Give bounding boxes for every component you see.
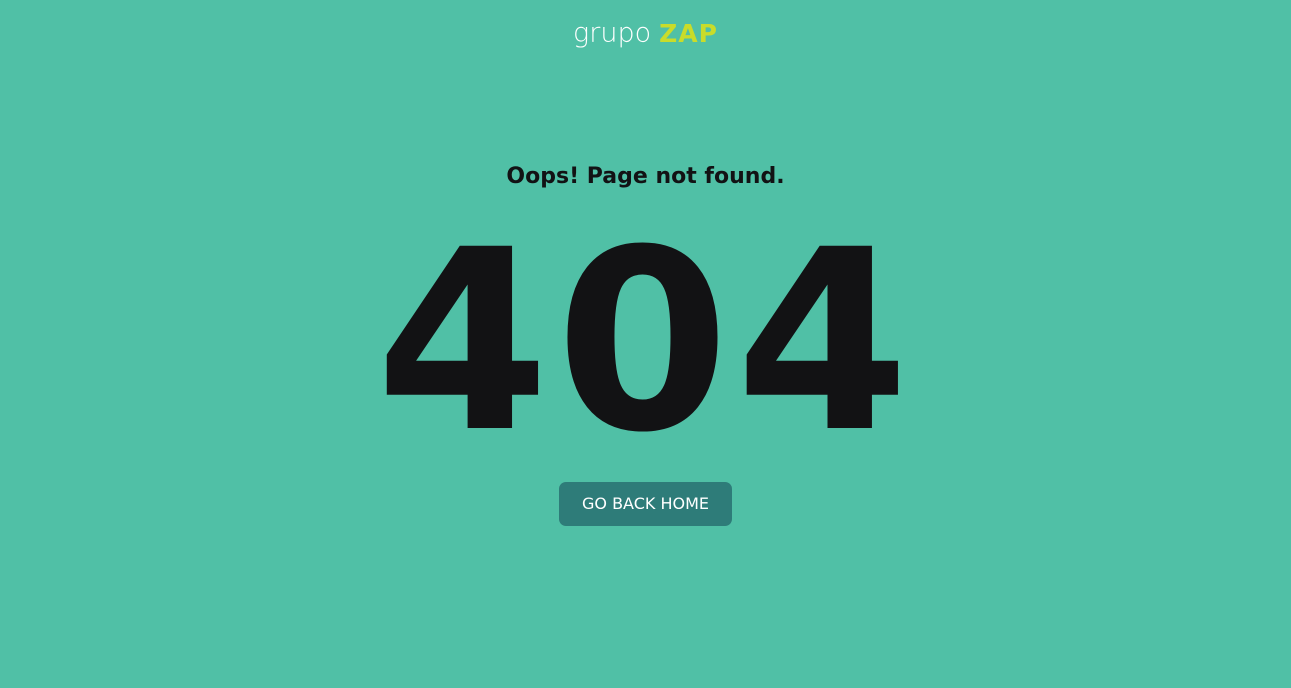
logo-text-grupo: grupo	[573, 17, 652, 49]
grupo-zap-logo[interactable]: grupo ZAP	[0, 14, 1291, 53]
error-code-404: 404	[375, 196, 916, 487]
logo-text-zap: ZAP	[659, 18, 718, 48]
go-back-home-button[interactable]: GO BACK HOME	[559, 482, 732, 526]
page-title: Oops! Page not found.	[506, 164, 785, 189]
